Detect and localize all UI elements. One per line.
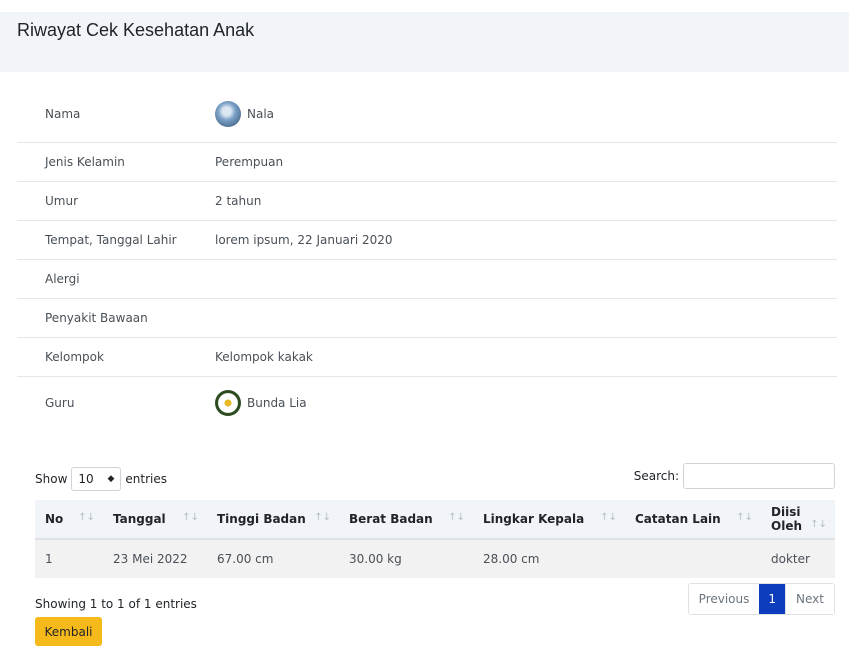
column-header-diisi[interactable]: Diisi Oleh ↑↓ [761, 500, 835, 540]
table-info: Showing 1 to 1 of 1 entries [35, 597, 197, 611]
child-avatar [215, 101, 241, 127]
profile-label: Umur [45, 194, 79, 208]
profile-row-disease: Penyakit Bawaan [17, 299, 837, 338]
profile-row-teacher: Guru Bunda Lia [17, 377, 837, 429]
column-header-tinggi[interactable]: Tinggi Badan ↑↓ [207, 500, 339, 540]
search-label: Search: [633, 469, 679, 483]
profile-label: Nama [45, 107, 81, 121]
table-row: 1 23 Mei 2022 67.00 cm 30.00 kg 28.00 cm… [35, 539, 835, 578]
profile-value: Kelompok kakak [215, 350, 313, 364]
profile-label: Guru [45, 396, 75, 410]
table-controls: Show 10 ◆ entries Search: [35, 463, 835, 491]
profile-label: Penyakit Bawaan [45, 311, 148, 325]
profile-row-group: Kelompok Kelompok kakak [17, 338, 837, 377]
cell-lingkar: 28.00 cm [473, 539, 625, 578]
cell-tanggal: 23 Mei 2022 [103, 539, 207, 578]
profile-label: Jenis Kelamin [45, 155, 125, 169]
entries-value: 10 [78, 472, 94, 486]
profile-value: lorem ipsum, 22 Januari 2020 [215, 233, 393, 247]
column-header-no[interactable]: No ↑↓ [35, 500, 103, 540]
health-records-table: No ↑↓ Tanggal ↑↓ Tinggi Badan ↑↓ Berat Bada… [35, 500, 835, 578]
teacher-avatar [215, 390, 241, 416]
profile-value-wrap: Nala [215, 101, 274, 127]
profile-value: 2 tahun [215, 194, 262, 208]
profile-value-wrap: Bunda Lia [215, 390, 307, 416]
sort-icon: ↑↓ [314, 512, 331, 523]
cell-berat: 30.00 kg [339, 539, 473, 578]
sort-icon: ↑↓ [448, 512, 465, 523]
cell-no: 1 [35, 539, 103, 578]
entries-control: Show 10 ◆ entries [35, 467, 167, 491]
page-1-button[interactable]: 1 [759, 584, 786, 614]
sort-icon: ↑↓ [78, 512, 95, 523]
profile-label: Tempat, Tanggal Lahir [45, 233, 177, 247]
pagination: Previous 1 Next [687, 583, 835, 615]
page-title: Riwayat Cek Kesehatan Anak [17, 20, 255, 40]
sort-icon: ↑↓ [600, 512, 617, 523]
sort-icon: ↑↓ [810, 519, 827, 530]
profile-row-gender: Jenis Kelamin Perempuan [17, 143, 837, 182]
profile-value: Perempuan [215, 155, 284, 169]
cell-catatan [625, 539, 761, 578]
column-header-tanggal[interactable]: Tanggal ↑↓ [103, 500, 207, 540]
cell-tinggi: 67.00 cm [207, 539, 339, 578]
cell-diisi: dokter [761, 539, 835, 578]
previous-button[interactable]: Previous [688, 584, 760, 614]
profile-row-age: Umur 2 tahun [17, 182, 837, 221]
profile-table: Nama Nala Jenis Kelamin Perempuan Umur 2… [17, 86, 837, 429]
profile-label: Kelompok [45, 350, 104, 364]
column-header-catatan[interactable]: Catatan Lain ↑↓ [625, 500, 761, 540]
show-label: Show [35, 472, 68, 486]
profile-row-allergy: Alergi [17, 260, 837, 299]
profile-value: Bunda Lia [247, 396, 307, 410]
profile-value: Nala [247, 107, 275, 121]
profile-row-name: Nama Nala [17, 86, 837, 143]
table-header-row: No ↑↓ Tanggal ↑↓ Tinggi Badan ↑↓ Berat Bada… [35, 500, 835, 540]
table-footer: Showing 1 to 1 of 1 entries Previous 1 N… [35, 583, 835, 615]
column-header-berat[interactable]: Berat Badan ↑↓ [339, 500, 473, 540]
search-input[interactable] [683, 463, 835, 489]
sort-icon: ↑↓ [182, 512, 199, 523]
back-button[interactable]: Kembali [35, 617, 102, 646]
column-header-lingkar[interactable]: Lingkar Kepala ↑↓ [473, 500, 625, 540]
sort-icon: ↑↓ [736, 512, 753, 523]
next-button[interactable]: Next [785, 584, 834, 614]
profile-row-birth: Tempat, Tanggal Lahir lorem ipsum, 22 Ja… [17, 221, 837, 260]
entries-label: entries [125, 472, 167, 486]
entries-select[interactable]: 10 ◆ [71, 467, 122, 491]
search-control: Search: [634, 463, 835, 489]
profile-label: Alergi [45, 272, 80, 286]
select-arrows-icon: ◆ [107, 474, 115, 484]
